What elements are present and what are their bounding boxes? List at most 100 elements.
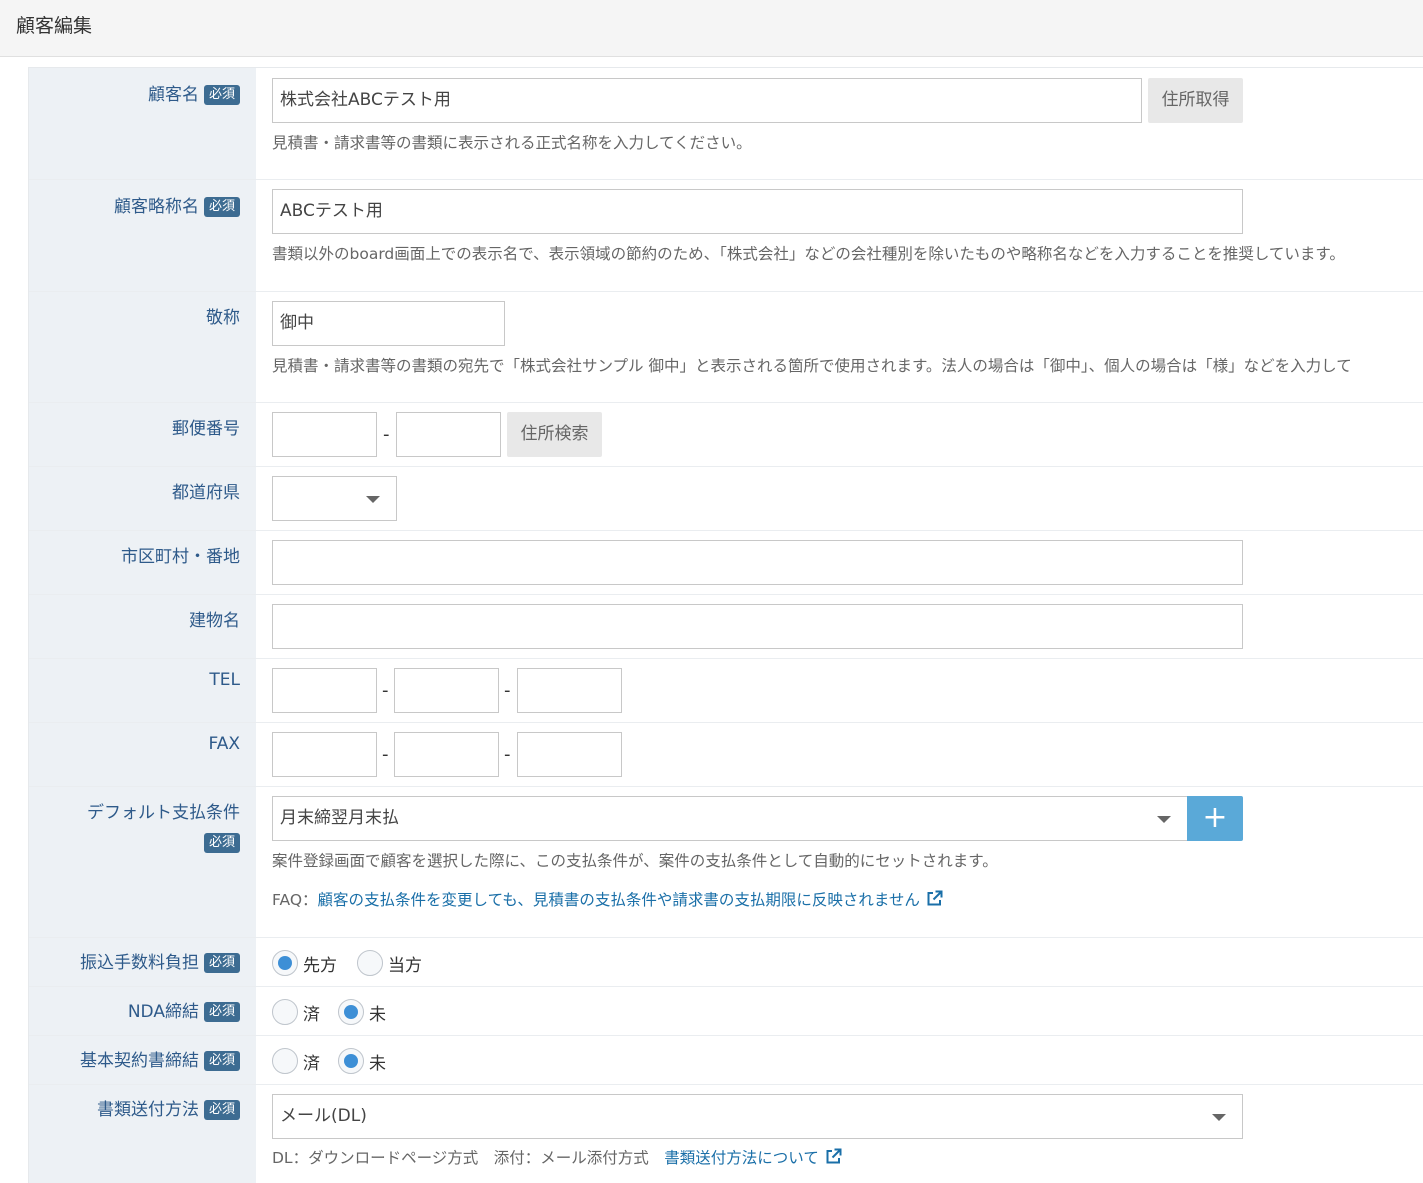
radio-touhou[interactable]	[357, 950, 383, 976]
honorific-input[interactable]: 御中	[272, 301, 505, 346]
help-text: 案件登録画面で顧客を選択した際に、この支払条件が、案件の支払条件として自動的にセ…	[272, 852, 998, 870]
prefecture-select[interactable]	[272, 476, 397, 521]
row-prefecture: 都道府県	[29, 467, 1423, 531]
label-cell: TEL	[29, 659, 256, 722]
label-cell: FAX	[29, 723, 256, 786]
row-city: 市区町村・番地	[29, 531, 1423, 595]
payment-terms-select[interactable]: 月末締翌月末払	[272, 796, 1188, 841]
row-customer-name: 顧客名 必須 株式会社ABCテスト用 住所取得 見積書・請求書等の書類に表示される…	[29, 68, 1423, 180]
delivery-method-select[interactable]: メール(DL)	[272, 1094, 1243, 1139]
content-cell	[256, 467, 1423, 530]
row-honorific: 敬称 御中 見積書・請求書等の書類の宛先で「株式会社サンプル 御中」と表示される…	[29, 292, 1423, 403]
required-badge: 必須	[203, 833, 240, 853]
label-cell: 都道府県	[29, 467, 256, 530]
external-link-icon[interactable]	[926, 890, 943, 907]
radio-label[interactable]: 済	[303, 1000, 320, 1025]
postal-code-part2-input[interactable]	[396, 412, 501, 457]
radio-label[interactable]: 未	[369, 1000, 386, 1025]
field-label-text: 顧客略称名	[113, 197, 199, 217]
row-tel: TEL - -	[29, 659, 1423, 723]
radio-sakihou[interactable]	[272, 950, 298, 976]
separator: -	[382, 744, 389, 765]
content-cell: メール(DL) DL：ダウンロードページ方式 添付：メール添付方式 書類送付方法…	[256, 1085, 1423, 1183]
short-name-input[interactable]: ABCテスト用	[272, 189, 1243, 234]
label-cell: 敬称	[29, 292, 256, 402]
radio-not-done[interactable]	[338, 1048, 364, 1074]
chevron-down-icon	[1157, 816, 1171, 823]
radio-label[interactable]: 先方	[303, 951, 337, 976]
label-cell: 書類送付方法 必須	[29, 1085, 256, 1183]
help-text: 書類以外のboard画面上での表示名で、表示領域の節約のため、「株式会社」などの…	[272, 245, 1345, 263]
radio-label[interactable]: 未	[369, 1049, 386, 1074]
field-label: 建物名	[189, 611, 240, 631]
nda-radio-group: 済 未	[272, 999, 406, 1025]
required-badge: 必須	[203, 1002, 240, 1022]
building-input[interactable]	[272, 604, 1243, 649]
row-fax: FAX - -	[29, 723, 1423, 787]
content-cell: ABCテスト用 書類以外のboard画面上での表示名で、表示領域の節約のため、「…	[256, 180, 1423, 291]
field-label-text: 顧客名	[147, 85, 199, 105]
field-label: NDA締結 必須	[128, 997, 240, 1022]
content-cell: 済 未	[256, 1036, 1423, 1084]
content-cell: 済 未	[256, 987, 1423, 1035]
required-badge: 必須	[203, 953, 240, 973]
content-cell: 月末締翌月末払 + 案件登録画面で顧客を選択した際に、この支払条件が、案件の支払…	[256, 787, 1423, 937]
row-short-name: 顧客略称名 必須 ABCテスト用 書類以外のboard画面上での表示名で、表示領域…	[29, 180, 1423, 292]
add-payment-terms-button[interactable]: +	[1187, 796, 1243, 841]
radio-label[interactable]: 当方	[388, 951, 422, 976]
help-text: 見積書・請求書等の書類の宛先で「株式会社サンプル 御中」と表示される箇所で使用さ…	[272, 357, 1352, 375]
separator: -	[504, 680, 511, 701]
required-badge-wrap: 必須	[203, 833, 240, 853]
customer-edit-form: 顧客名 必須 株式会社ABCテスト用 住所取得 見積書・請求書等の書類に表示される…	[28, 67, 1423, 1183]
field-label: 都道府県	[172, 483, 240, 503]
label-cell: 顧客名 必須	[29, 68, 256, 179]
separator: -	[382, 680, 389, 701]
row-postal-code: 郵便番号 - 住所検索	[29, 403, 1423, 467]
field-label: 郵便番号	[172, 419, 240, 439]
radio-not-done[interactable]	[338, 999, 364, 1025]
row-delivery-method: 書類送付方法 必須 メール(DL) DL：ダウンロードページ方式 添付：メール添付…	[29, 1085, 1423, 1183]
fetch-address-button[interactable]: 住所取得	[1148, 78, 1243, 123]
row-nda: NDA締結 必須 済 未	[29, 987, 1423, 1036]
page-header: 顧客編集	[0, 0, 1423, 57]
field-label: 顧客略称名 必須	[114, 192, 240, 217]
chevron-down-icon	[366, 496, 380, 503]
label-cell: 振込手数料負担 必須	[29, 938, 256, 986]
fax-part1-input[interactable]	[272, 732, 377, 777]
address-search-button[interactable]: 住所検索	[507, 412, 602, 457]
field-label: 敬称	[206, 308, 240, 328]
postal-code-part1-input[interactable]	[272, 412, 377, 457]
label-cell: NDA締結 必須	[29, 987, 256, 1035]
field-label: デフォルト支払条件	[87, 803, 240, 823]
radio-done[interactable]	[272, 999, 298, 1025]
radio-done[interactable]	[272, 1048, 298, 1074]
field-label: 振込手数料負担 必須	[80, 948, 240, 973]
payment-terms-value: 月末締翌月末払	[280, 808, 399, 828]
help-text: 見積書・請求書等の書類に表示される正式名称を入力してください。	[272, 134, 752, 152]
external-link-icon[interactable]	[825, 1148, 842, 1165]
fax-part2-input[interactable]	[394, 732, 499, 777]
required-badge: 必須	[203, 1051, 240, 1071]
faq-prefix: FAQ：	[272, 891, 318, 909]
radio-label[interactable]: 済	[303, 1049, 320, 1074]
required-badge: 必須	[203, 197, 240, 217]
tel-part3-input[interactable]	[517, 668, 622, 713]
delivery-method-value: メール(DL)	[280, 1106, 367, 1126]
field-label: 書類送付方法 必須	[97, 1095, 240, 1120]
separator: -	[504, 744, 511, 765]
required-badge: 必須	[203, 1100, 240, 1120]
chevron-down-icon	[1212, 1114, 1226, 1121]
separator: -	[383, 424, 390, 445]
city-input[interactable]	[272, 540, 1243, 585]
help-text: DL：ダウンロードページ方式 添付：メール添付方式	[272, 1149, 649, 1167]
fax-part3-input[interactable]	[517, 732, 622, 777]
field-label: 基本契約書締結 必須	[80, 1046, 240, 1071]
content-cell	[256, 595, 1423, 658]
required-badge: 必須	[203, 85, 240, 105]
tel-part1-input[interactable]	[272, 668, 377, 713]
label-cell: 建物名	[29, 595, 256, 658]
delivery-method-link[interactable]: 書類送付方法について	[664, 1149, 819, 1167]
faq-link[interactable]: 顧客の支払条件を変更しても、見積書の支払条件や請求書の支払期限に反映されません	[318, 891, 920, 909]
tel-part2-input[interactable]	[394, 668, 499, 713]
customer-name-input[interactable]: 株式会社ABCテスト用	[272, 78, 1142, 123]
